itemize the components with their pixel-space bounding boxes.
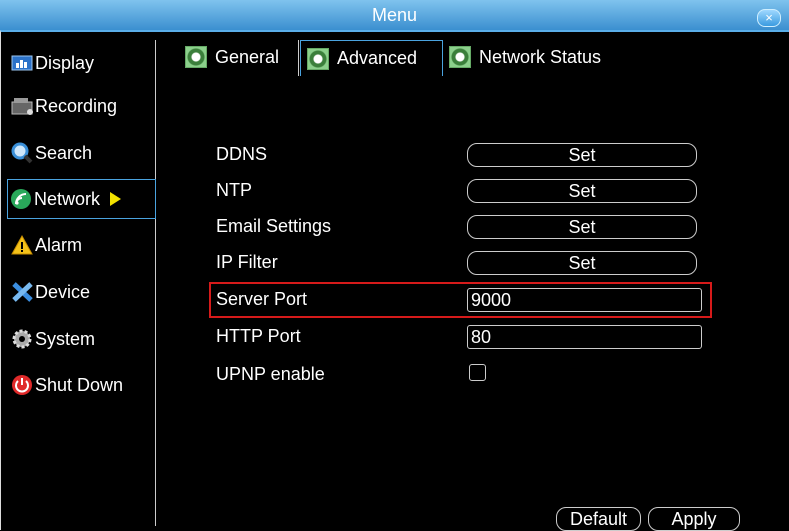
gear-icon — [307, 47, 329, 70]
tab-label: General — [215, 46, 280, 67]
tab-advanced[interactable]: Advanced — [300, 40, 443, 76]
http-port-label: HTTP Port — [216, 326, 301, 346]
upnp-enable-checkbox[interactable] — [469, 364, 486, 381]
sidebar-item-display[interactable]: Display — [5, 43, 155, 83]
sidebar-item-label: Display — [35, 52, 95, 73]
tab-label: Network Status — [479, 46, 602, 67]
email-settings-label: Email Settings — [216, 216, 332, 236]
default-button[interactable]: Default — [556, 507, 641, 531]
sidebar-item-search[interactable]: Search — [5, 133, 155, 173]
gear-icon — [185, 46, 207, 68]
alarm-icon — [11, 234, 33, 256]
sidebar-item-recording[interactable]: Recording — [5, 86, 155, 126]
window-title: Menu — [371, 5, 418, 25]
sidebar-item-label: Network — [34, 188, 101, 209]
tab-divider — [298, 40, 299, 76]
sidebar-item-network[interactable]: Network — [7, 179, 156, 219]
close-icon: × — [765, 10, 773, 25]
http-port-input[interactable]: 80 — [467, 325, 702, 349]
active-arrow-icon — [110, 192, 122, 206]
tab-label: Advanced — [337, 48, 418, 68]
gear-icon — [449, 46, 471, 68]
device-icon — [11, 281, 33, 303]
ip-filter-set-button[interactable]: Set — [467, 251, 697, 275]
power-icon — [11, 374, 33, 396]
tab-network-status[interactable]: Network Status — [444, 40, 644, 74]
sidebar-item-label: Recording — [35, 95, 118, 116]
gear-icon — [11, 328, 33, 350]
display-icon — [11, 52, 33, 74]
server-port-input[interactable]: 9000 — [467, 288, 702, 312]
sidebar-item-device[interactable]: Device — [5, 272, 155, 312]
window-title-bar: Menu × — [0, 0, 789, 30]
ntp-set-button[interactable]: Set — [467, 179, 697, 203]
ntp-label: NTP — [216, 180, 252, 200]
ddns-label: DDNS — [216, 144, 268, 164]
upnp-enable-label: UPNP enable — [216, 364, 325, 384]
sidebar-item-label: Shut Down — [35, 374, 124, 395]
search-icon — [11, 142, 33, 164]
sidebar-item-label: Device — [35, 281, 91, 302]
sidebar-item-label: Alarm — [35, 234, 83, 255]
close-button[interactable]: × — [757, 9, 781, 27]
sidebar-item-alarm[interactable]: Alarm — [5, 225, 155, 265]
ip-filter-label: IP Filter — [216, 252, 278, 272]
email-settings-set-button[interactable]: Set — [467, 215, 697, 239]
server-port-label: Server Port — [216, 289, 308, 309]
apply-button[interactable]: Apply — [648, 507, 740, 531]
sidebar-item-shutdown[interactable]: Shut Down — [5, 365, 155, 405]
tab-general[interactable]: General — [178, 40, 296, 74]
recording-icon — [11, 95, 33, 117]
sidebar-item-system[interactable]: System — [5, 319, 155, 359]
network-icon — [10, 188, 32, 210]
sidebar-item-label: Search — [35, 142, 93, 163]
ddns-set-button[interactable]: Set — [467, 143, 697, 167]
sidebar-item-label: System — [35, 328, 96, 349]
